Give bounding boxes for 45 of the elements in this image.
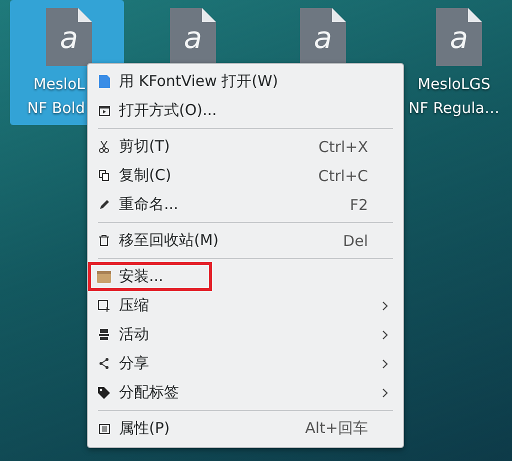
- package-icon: [96, 270, 112, 282]
- menu-label: 移至回收站(M): [119, 231, 219, 250]
- file-name: NF Regula…: [408, 98, 500, 119]
- menu-label: 复制(C): [119, 166, 172, 185]
- menu-item[interactable]: 活动: [88, 320, 403, 349]
- properties-icon: [96, 424, 112, 434]
- font-file-icon[interactable]: a: [300, 8, 346, 66]
- window-icon: [96, 106, 112, 116]
- menu-label: 属性(P): [119, 419, 170, 438]
- tag-icon: [96, 386, 112, 398]
- shortcut: Ctrl+X: [318, 138, 368, 156]
- copy-icon: [96, 170, 112, 181]
- chevron-icon: [382, 330, 388, 340]
- menu-item[interactable]: 属性(P) Alt+回车: [88, 414, 403, 443]
- menu-label: 分配标签: [119, 383, 179, 402]
- menu-item[interactable]: 分配标签: [88, 378, 403, 407]
- menu-label: 重命名...: [119, 195, 178, 214]
- file-name: MesloL: [33, 74, 85, 95]
- menu-item[interactable]: 剪切(T) Ctrl+X: [88, 132, 403, 161]
- menu-label: 剪切(T): [119, 137, 170, 156]
- menu-item[interactable]: 压缩: [88, 291, 403, 320]
- file-name: MesloLGS: [418, 74, 490, 95]
- shortcut: F2: [350, 196, 368, 214]
- chevron-icon: [382, 300, 388, 310]
- menu-label: 分享: [119, 354, 149, 373]
- menu-label: 压缩: [119, 296, 149, 315]
- menu-item[interactable]: 安装...: [88, 262, 212, 291]
- shortcut: Del: [343, 232, 368, 250]
- trash-icon: [96, 235, 112, 246]
- menu-label: 活动: [119, 325, 149, 344]
- menu-item[interactable]: 复制(C) Ctrl+C: [88, 161, 403, 190]
- menu-item[interactable]: 分享: [88, 349, 403, 378]
- font-file-icon[interactable]: a: [46, 8, 92, 66]
- chevron-icon: [382, 388, 388, 398]
- menu-item[interactable]: 移至回收站(M) Del: [88, 226, 403, 255]
- menu-label: 安装...: [119, 267, 164, 286]
- font-file-icon[interactable]: a: [436, 8, 482, 66]
- font-file-icon[interactable]: a: [170, 8, 216, 66]
- shortcut: Alt+回车: [305, 419, 368, 438]
- scissors-icon: [96, 140, 112, 152]
- file-name: NF Bold: [27, 98, 85, 119]
- font-file-icon: [96, 75, 112, 88]
- menu-item[interactable]: 重命名... F2: [88, 190, 403, 219]
- chevron-icon: [382, 358, 388, 368]
- shortcut: Ctrl+C: [318, 166, 368, 184]
